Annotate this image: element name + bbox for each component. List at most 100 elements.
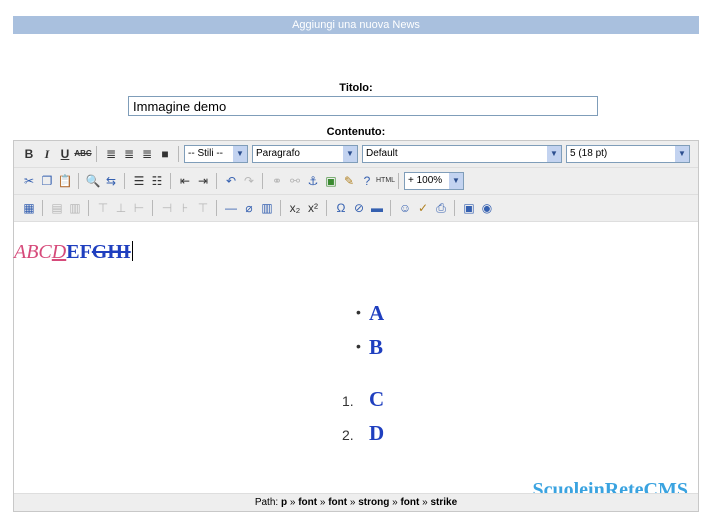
delete-col-icon[interactable]: ⊤	[194, 199, 212, 217]
horizontal-rule-icon[interactable]: —	[222, 199, 240, 217]
style-select-value: -- Stili --	[188, 148, 223, 159]
editor-content[interactable]: ABCDEFGHI • A • B 1. C 2. D ScuoleinRete…	[14, 223, 698, 501]
image-icon[interactable]: ▣	[322, 172, 340, 190]
title-label: Titolo:	[339, 82, 373, 94]
strikethrough-button[interactable]: ABC	[74, 145, 92, 163]
cleanup-icon[interactable]: ✎	[340, 172, 358, 190]
copy-icon[interactable]: ❐	[38, 172, 56, 190]
list-item-text: D	[369, 421, 385, 445]
toolbar-separator	[454, 200, 455, 216]
italic-text: ABC	[14, 241, 52, 263]
cell-props-icon[interactable]: ▥	[66, 199, 84, 217]
special-char-icon[interactable]: Ω	[332, 199, 350, 217]
font-select[interactable]: Default ▼	[362, 145, 562, 163]
numbered-list-item: 2. D	[342, 421, 385, 446]
bullet-marker: •	[356, 338, 361, 354]
subscript-icon[interactable]: x₂	[286, 199, 304, 217]
toolbar-separator	[390, 200, 391, 216]
help-icon[interactable]: ?	[358, 172, 376, 190]
indent-icon[interactable]: ⇥	[194, 172, 212, 190]
visual-aid-icon[interactable]: ▥	[258, 199, 276, 217]
outdent-icon[interactable]: ⇤	[176, 172, 194, 190]
format-select[interactable]: Paragrafo ▼	[252, 145, 358, 163]
format-select-value: Paragrafo	[256, 148, 300, 159]
insert-row-before-icon[interactable]: ⊤	[94, 199, 112, 217]
text-caret	[131, 241, 133, 261]
align-justify-icon[interactable]: ■	[156, 145, 174, 163]
align-right-icon[interactable]: ≣	[138, 145, 156, 163]
chevron-down-icon: ▼	[233, 146, 247, 162]
status-bar: Path: p » font » font » strong » font » …	[14, 493, 698, 511]
superscript-icon[interactable]: x²	[304, 199, 322, 217]
path-element[interactable]: strong	[358, 497, 389, 508]
toolbar-separator	[178, 146, 179, 162]
toolbar-separator	[216, 200, 217, 216]
content-label: Contenuto:	[326, 126, 386, 138]
toolbar-separator	[262, 173, 263, 189]
chevron-down-icon: ▼	[547, 146, 561, 162]
path-element[interactable]: font	[328, 497, 347, 508]
emotion-icon[interactable]: ⊘	[350, 199, 368, 217]
toolbar-separator	[88, 200, 89, 216]
preview-icon[interactable]: ☺	[396, 199, 414, 217]
unlink-icon[interactable]: ⚯	[286, 172, 304, 190]
toolbar-separator	[152, 200, 153, 216]
toolbar-row-3: ▦ ▤ ▥ ⊤ ⊥ ⊢ ⊣ ⊦ ⊤ — ⌀ ▥ x₂ x² Ω ⊘ ▬ ☺ ✓ …	[14, 195, 698, 222]
align-center-icon[interactable]: ≣	[120, 145, 138, 163]
list-item-text: B	[369, 335, 384, 359]
path-element[interactable]: font	[298, 497, 317, 508]
table-icon[interactable]: ▦	[20, 199, 38, 217]
remove-format-icon[interactable]: ⌀	[240, 199, 258, 217]
toolbar-separator	[42, 200, 43, 216]
toolbar-row-1: B I U ABC ≣ ≣ ≣ ■ -- Stili -- ▼ Paragraf…	[14, 141, 698, 168]
title-input[interactable]	[128, 96, 598, 116]
toolbar-separator	[124, 173, 125, 189]
path-element[interactable]: strike	[430, 497, 457, 508]
toolbar-separator	[398, 173, 399, 189]
paste-icon[interactable]: 📋	[56, 172, 74, 190]
path-element[interactable]: p	[281, 497, 287, 508]
zoom-select[interactable]: + 100% ▼	[404, 172, 464, 190]
fullscreen-icon[interactable]: ◉	[478, 199, 496, 217]
zoom-select-value: + 100%	[408, 175, 443, 186]
undo-icon[interactable]: ↶	[222, 172, 240, 190]
row-props-icon[interactable]: ▤	[48, 199, 66, 217]
strikethrough-text: GHI	[91, 241, 131, 263]
underline-button[interactable]: U	[56, 145, 74, 163]
insert-row-after-icon[interactable]: ⊥	[112, 199, 130, 217]
list-item-text: C	[369, 387, 385, 411]
italic-button[interactable]: I	[38, 145, 56, 163]
insert-col-after-icon[interactable]: ⊦	[176, 199, 194, 217]
delete-row-icon[interactable]: ⊢	[130, 199, 148, 217]
print-icon[interactable]: ⎙	[432, 199, 450, 217]
replace-icon[interactable]: ⇆	[102, 172, 120, 190]
bold-text: EF	[66, 241, 92, 263]
align-left-icon[interactable]: ≣	[102, 145, 120, 163]
toolbar-row-2: ✂ ❐ 📋 🔍 ⇆ ☰ ☷ ⇤ ⇥ ↶ ↷ ⚭ ⚯ ⚓ ▣ ✎ ? HTML +…	[14, 168, 698, 195]
toolbar-separator	[96, 146, 97, 162]
paste-word-icon[interactable]: ▣	[460, 199, 478, 217]
list-item-text: A	[369, 301, 385, 325]
list-number: 1.	[342, 393, 354, 409]
underlined-text: D	[51, 241, 67, 263]
link-icon[interactable]: ⚭	[268, 172, 286, 190]
path-element[interactable]: font	[400, 497, 419, 508]
media-icon[interactable]: ▬	[368, 199, 386, 217]
bullet-list-item: • B	[356, 335, 384, 360]
insert-col-before-icon[interactable]: ⊣	[158, 199, 176, 217]
path-label: Path:	[254, 497, 279, 508]
bold-button[interactable]: B	[20, 145, 38, 163]
redo-icon[interactable]: ↷	[240, 172, 258, 190]
bullet-list-item: • A	[356, 301, 385, 326]
anchor-icon[interactable]: ⚓	[304, 172, 322, 190]
html-source-icon[interactable]: HTML	[376, 172, 395, 190]
spellcheck-icon[interactable]: ✓	[414, 199, 432, 217]
toolbar-separator	[216, 173, 217, 189]
style-select[interactable]: -- Stili -- ▼	[184, 145, 248, 163]
size-select[interactable]: 5 (18 pt) ▼	[566, 145, 690, 163]
numbered-list-icon[interactable]: ☷	[148, 172, 166, 190]
find-icon[interactable]: 🔍	[84, 172, 102, 190]
cut-icon[interactable]: ✂	[20, 172, 38, 190]
toolbar-separator	[280, 200, 281, 216]
bullet-list-icon[interactable]: ☰	[130, 172, 148, 190]
